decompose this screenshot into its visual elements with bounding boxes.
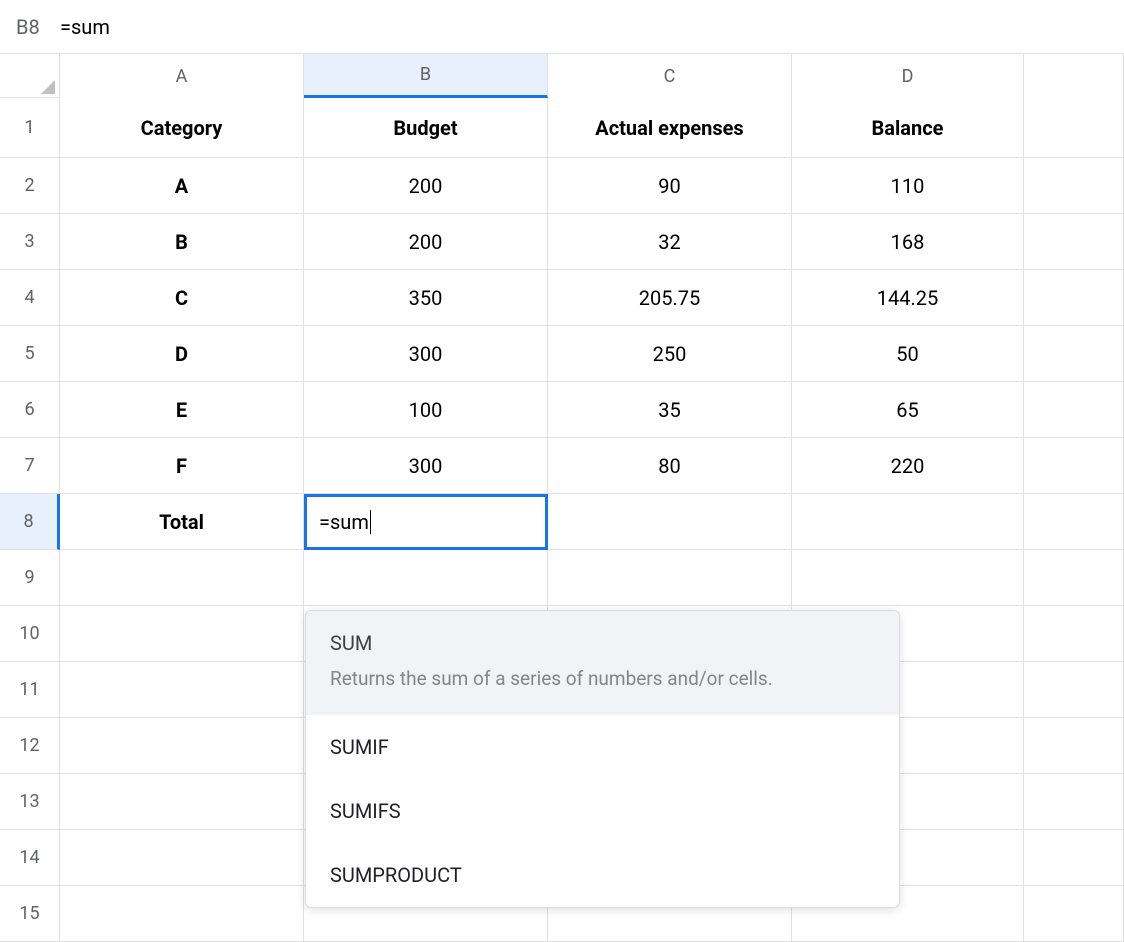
cell-c7[interactable]: 80 bbox=[548, 438, 792, 494]
cell-e4[interactable] bbox=[1024, 270, 1124, 326]
cell-b5[interactable]: 300 bbox=[304, 326, 548, 382]
cell-e8[interactable] bbox=[1024, 494, 1124, 550]
cell-c2[interactable]: 90 bbox=[548, 158, 792, 214]
cell-b4[interactable]: 350 bbox=[304, 270, 548, 326]
cell-a8[interactable]: Total bbox=[60, 494, 304, 550]
table-row: 6 E 100 35 65 bbox=[0, 382, 1124, 438]
cell-b8-editing[interactable]: =sum bbox=[304, 494, 548, 550]
text-cursor-icon bbox=[370, 510, 371, 534]
table-row: 7 F 300 80 220 bbox=[0, 438, 1124, 494]
cell-e6[interactable] bbox=[1024, 382, 1124, 438]
table-row: 4 C 350 205.75 144.25 bbox=[0, 270, 1124, 326]
row-header-9[interactable]: 9 bbox=[0, 550, 60, 606]
cell-d1[interactable]: Balance bbox=[792, 98, 1024, 158]
row-header-14[interactable]: 14 bbox=[0, 830, 60, 886]
row-header-7[interactable]: 7 bbox=[0, 438, 60, 494]
select-all-corner[interactable] bbox=[0, 54, 60, 98]
row-header-2[interactable]: 2 bbox=[0, 158, 60, 214]
cell-e14[interactable] bbox=[1024, 830, 1124, 886]
cell-a14[interactable] bbox=[60, 830, 304, 886]
cell-e9[interactable] bbox=[1024, 550, 1124, 606]
cell-e5[interactable] bbox=[1024, 326, 1124, 382]
row-header-11[interactable]: 11 bbox=[0, 662, 60, 718]
cell-a9[interactable] bbox=[60, 550, 304, 606]
row-header-3[interactable]: 3 bbox=[0, 214, 60, 270]
formula-autocomplete-dropdown: SUM Returns the sum of a series of numbe… bbox=[305, 610, 900, 908]
name-box[interactable]: B8 bbox=[8, 15, 52, 39]
cell-c6[interactable]: 35 bbox=[548, 382, 792, 438]
column-header-d[interactable]: D bbox=[792, 54, 1024, 98]
cell-d5[interactable]: 50 bbox=[792, 326, 1024, 382]
autocomplete-item-sumproduct[interactable]: SUMPRODUCT bbox=[306, 843, 899, 907]
formula-input[interactable]: =sum bbox=[52, 15, 1116, 39]
cell-e7[interactable] bbox=[1024, 438, 1124, 494]
table-row: 5 D 300 250 50 bbox=[0, 326, 1124, 382]
cell-a4[interactable]: C bbox=[60, 270, 304, 326]
cell-a5[interactable]: D bbox=[60, 326, 304, 382]
column-header-c[interactable]: C bbox=[548, 54, 792, 98]
table-row: 9 bbox=[0, 550, 1124, 606]
column-header-a[interactable]: A bbox=[60, 54, 304, 98]
cell-b6[interactable]: 100 bbox=[304, 382, 548, 438]
row-header-10[interactable]: 10 bbox=[0, 606, 60, 662]
cell-a1[interactable]: Category bbox=[60, 98, 304, 158]
cell-b3[interactable]: 200 bbox=[304, 214, 548, 270]
table-row: 1 Category Budget Actual expenses Balanc… bbox=[0, 98, 1124, 158]
cell-c4[interactable]: 205.75 bbox=[548, 270, 792, 326]
cell-d3[interactable]: 168 bbox=[792, 214, 1024, 270]
cell-a2[interactable]: A bbox=[60, 158, 304, 214]
cell-b1[interactable]: Budget bbox=[304, 98, 548, 158]
cell-a10[interactable] bbox=[60, 606, 304, 662]
cell-a11[interactable] bbox=[60, 662, 304, 718]
table-row: 3 B 200 32 168 bbox=[0, 214, 1124, 270]
table-row: 2 A 200 90 110 bbox=[0, 158, 1124, 214]
autocomplete-item-title: SUM bbox=[330, 631, 875, 655]
cell-e11[interactable] bbox=[1024, 662, 1124, 718]
cell-a3[interactable]: B bbox=[60, 214, 304, 270]
table-row: 8 Total =sum bbox=[0, 494, 1124, 550]
select-all-triangle-icon bbox=[41, 80, 55, 94]
cell-c8[interactable] bbox=[548, 494, 792, 550]
cell-d2[interactable]: 110 bbox=[792, 158, 1024, 214]
cell-e12[interactable] bbox=[1024, 718, 1124, 774]
cell-a13[interactable] bbox=[60, 774, 304, 830]
cell-c1[interactable]: Actual expenses bbox=[548, 98, 792, 158]
cell-e3[interactable] bbox=[1024, 214, 1124, 270]
column-header-b[interactable]: B bbox=[304, 54, 548, 98]
cell-c3[interactable]: 32 bbox=[548, 214, 792, 270]
autocomplete-item-sumif[interactable]: SUMIF bbox=[306, 715, 899, 779]
cell-e10[interactable] bbox=[1024, 606, 1124, 662]
autocomplete-item-sum[interactable]: SUM Returns the sum of a series of numbe… bbox=[306, 611, 899, 715]
autocomplete-item-description: Returns the sum of a series of numbers a… bbox=[330, 665, 875, 693]
cell-d6[interactable]: 65 bbox=[792, 382, 1024, 438]
row-header-1[interactable]: 1 bbox=[0, 98, 60, 158]
row-header-5[interactable]: 5 bbox=[0, 326, 60, 382]
row-header-12[interactable]: 12 bbox=[0, 718, 60, 774]
column-header-row: A B C D bbox=[0, 54, 1124, 98]
cell-e2[interactable] bbox=[1024, 158, 1124, 214]
cell-d8[interactable] bbox=[792, 494, 1024, 550]
cell-c9[interactable] bbox=[548, 550, 792, 606]
row-header-4[interactable]: 4 bbox=[0, 270, 60, 326]
formula-bar: B8 =sum bbox=[0, 0, 1124, 54]
cell-c5[interactable]: 250 bbox=[548, 326, 792, 382]
cell-a7[interactable]: F bbox=[60, 438, 304, 494]
cell-b2[interactable]: 200 bbox=[304, 158, 548, 214]
row-header-6[interactable]: 6 bbox=[0, 382, 60, 438]
cell-b7[interactable]: 300 bbox=[304, 438, 548, 494]
cell-d7[interactable]: 220 bbox=[792, 438, 1024, 494]
autocomplete-item-sumifs[interactable]: SUMIFS bbox=[306, 779, 899, 843]
cell-b9[interactable] bbox=[304, 550, 548, 606]
column-header-e[interactable] bbox=[1024, 54, 1124, 98]
cell-edit-text: =sum bbox=[319, 510, 369, 534]
row-header-8[interactable]: 8 bbox=[0, 494, 60, 550]
cell-e1[interactable] bbox=[1024, 98, 1124, 158]
cell-d4[interactable]: 144.25 bbox=[792, 270, 1024, 326]
row-header-13[interactable]: 13 bbox=[0, 774, 60, 830]
cell-a6[interactable]: E bbox=[60, 382, 304, 438]
cell-d9[interactable] bbox=[792, 550, 1024, 606]
cell-a12[interactable] bbox=[60, 718, 304, 774]
spreadsheet-grid: A B C D 1 Category Budget Actual expense… bbox=[0, 54, 1124, 942]
cell-e13[interactable] bbox=[1024, 774, 1124, 830]
